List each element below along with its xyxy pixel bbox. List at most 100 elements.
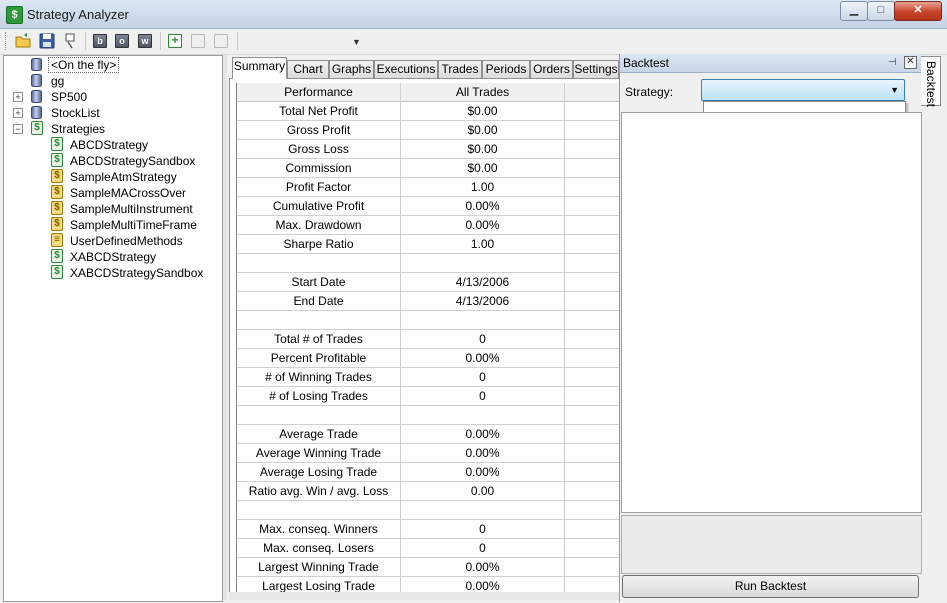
metric-name-cell: Total # of Trades [236, 330, 401, 349]
maximize-button[interactable]: □ [867, 1, 895, 21]
tab-settings[interactable]: Settings [573, 60, 619, 78]
remove-button[interactable] [212, 32, 230, 50]
metric-name-cell: Largest Winning Trade [236, 558, 401, 577]
table-row[interactable]: Profit Factor 1.00 [236, 178, 619, 197]
minimize-button[interactable]: ▁ [840, 1, 868, 21]
metric-name-cell: # of Losing Trades [236, 387, 401, 406]
metric-value-cell: 0 [401, 387, 565, 406]
tab-executions[interactable]: Executions [374, 60, 438, 78]
column-header-performance[interactable]: Performance [236, 83, 401, 102]
metric-value-cell: 0.00% [401, 349, 565, 368]
table-row[interactable]: Total Net Profit $0.00 [236, 102, 619, 121]
table-row[interactable]: Sharpe Ratio 1.00 [236, 235, 619, 254]
table-row[interactable]: Percent Profitable 0.00% [236, 349, 619, 368]
table-row[interactable]: Largest Winning Trade 0.00% [236, 558, 619, 577]
open-folder-button[interactable] [14, 32, 32, 50]
chevron-down-icon[interactable]: ▼ [890, 85, 899, 95]
table-row[interactable] [236, 254, 619, 273]
tab-periods[interactable]: Periods [482, 60, 530, 78]
table-row[interactable]: Max. conseq. Losers 0 [236, 539, 619, 558]
table-row[interactable]: Max. conseq. Winners 0 [236, 520, 619, 539]
tab-chart[interactable]: Chart [287, 60, 329, 78]
metric-value-cell: 0.00% [401, 197, 565, 216]
side-tab-backtest[interactable]: Backtest [921, 56, 941, 107]
table-row[interactable]: Average Winning Trade 0.00% [236, 444, 619, 463]
locked-strategy-icon: $ [51, 217, 63, 231]
table-row[interactable]: Cumulative Profit 0.00% [236, 197, 619, 216]
strategy-select[interactable]: ▼ [701, 79, 905, 101]
empty-cell [565, 501, 619, 520]
metric-value-cell [401, 406, 565, 425]
locked-strategy-icon: $ [51, 169, 63, 183]
table-row[interactable]: Ratio avg. Win / avg. Loss 0.00 [236, 482, 619, 501]
table-row[interactable]: Total # of Trades 0 [236, 330, 619, 349]
metric-value-cell: $0.00 [401, 102, 565, 121]
database-icon [31, 58, 42, 71]
empty-cell [565, 235, 619, 254]
panel-splitter[interactable] [223, 55, 227, 600]
table-row[interactable]: # of Losing Trades 0 [236, 387, 619, 406]
metric-name-cell: Max. Drawdown [236, 216, 401, 235]
open-folder-icon [15, 33, 31, 48]
table-row[interactable]: Average Trade 0.00% [236, 425, 619, 444]
pin-icon[interactable]: ⊣ [888, 57, 900, 68]
print-button[interactable] [62, 32, 80, 50]
tree-item-label: SP500 [51, 90, 88, 104]
tree-item-label: SampleMACrossOver [70, 186, 187, 200]
table-row[interactable]: Gross Loss $0.00 [236, 140, 619, 159]
table-row[interactable]: End Date 4/13/2006 [236, 292, 619, 311]
summary-grid[interactable]: Performance All Trades Total Net Profit $… [229, 78, 620, 594]
column-header-extra[interactable] [565, 83, 619, 102]
run-backtest-button[interactable]: Run Backtest [622, 575, 919, 598]
results-tabs: Summary Chart Graphs Executions Trades P… [229, 57, 619, 79]
table-row[interactable]: Max. Drawdown 0.00% [236, 216, 619, 235]
tab-trades[interactable]: Trades [438, 60, 482, 78]
empty-cell [565, 121, 619, 140]
database-icon [31, 106, 42, 119]
locked-strategy-icon: $ [51, 185, 63, 199]
remove-icon [214, 34, 228, 48]
table-row[interactable]: Commission $0.00 [236, 159, 619, 178]
tree-item-label: SampleMultiTimeFrame [70, 218, 197, 232]
save-button[interactable] [38, 32, 56, 50]
tab-graphs[interactable]: Graphs [329, 60, 374, 78]
table-row[interactable] [236, 311, 619, 330]
tree-item-label: Strategies [51, 122, 106, 136]
horizontal-scrollbar[interactable] [229, 592, 620, 600]
metric-name-cell: Profit Factor [236, 178, 401, 197]
w-button[interactable]: w [136, 32, 154, 50]
backtest-title: Backtest [623, 56, 670, 70]
metric-value-cell: $0.00 [401, 159, 565, 178]
metric-name-cell: Average Winning Trade [236, 444, 401, 463]
add-button[interactable]: + [166, 32, 184, 50]
table-row[interactable]: Average Losing Trade 0.00% [236, 463, 619, 482]
table-row[interactable]: Gross Profit $0.00 [236, 121, 619, 140]
empty-cell [565, 254, 619, 273]
table-row[interactable] [236, 501, 619, 520]
toolbar-grip[interactable] [5, 32, 9, 50]
edit-button[interactable] [189, 32, 207, 50]
o-button[interactable]: o [113, 32, 131, 50]
table-row[interactable]: Start Date 4/13/2006 [236, 273, 619, 292]
expand-icon[interactable]: + [13, 108, 23, 118]
table-row[interactable]: # of Winning Trades 0 [236, 368, 619, 387]
backtest-properties-area[interactable] [621, 112, 922, 513]
b-button[interactable]: b [91, 32, 109, 50]
empty-cell [565, 425, 619, 444]
close-button[interactable]: ✕ [894, 1, 942, 21]
empty-cell [565, 102, 619, 121]
strategy-tree[interactable]: <On the fly> gg + SP500 + StockList − $ … [3, 55, 223, 602]
toolbar-separator [237, 32, 238, 50]
locked-strategy-icon: $ [51, 201, 63, 215]
tab-summary[interactable]: Summary [232, 57, 287, 79]
table-row[interactable] [236, 406, 619, 425]
toolbar-separator [85, 32, 86, 50]
strategy-icon: $ [31, 121, 43, 135]
tab-orders[interactable]: Orders [530, 60, 573, 78]
column-header-all-trades[interactable]: All Trades [401, 83, 565, 102]
tree-item-label: XABCDStrategy [70, 250, 157, 264]
collapse-icon[interactable]: − [13, 124, 23, 134]
close-icon[interactable]: ✕ [904, 56, 917, 69]
toolbar-dropdown-arrow-icon[interactable]: ▼ [352, 37, 361, 47]
expand-icon[interactable]: + [13, 92, 23, 102]
